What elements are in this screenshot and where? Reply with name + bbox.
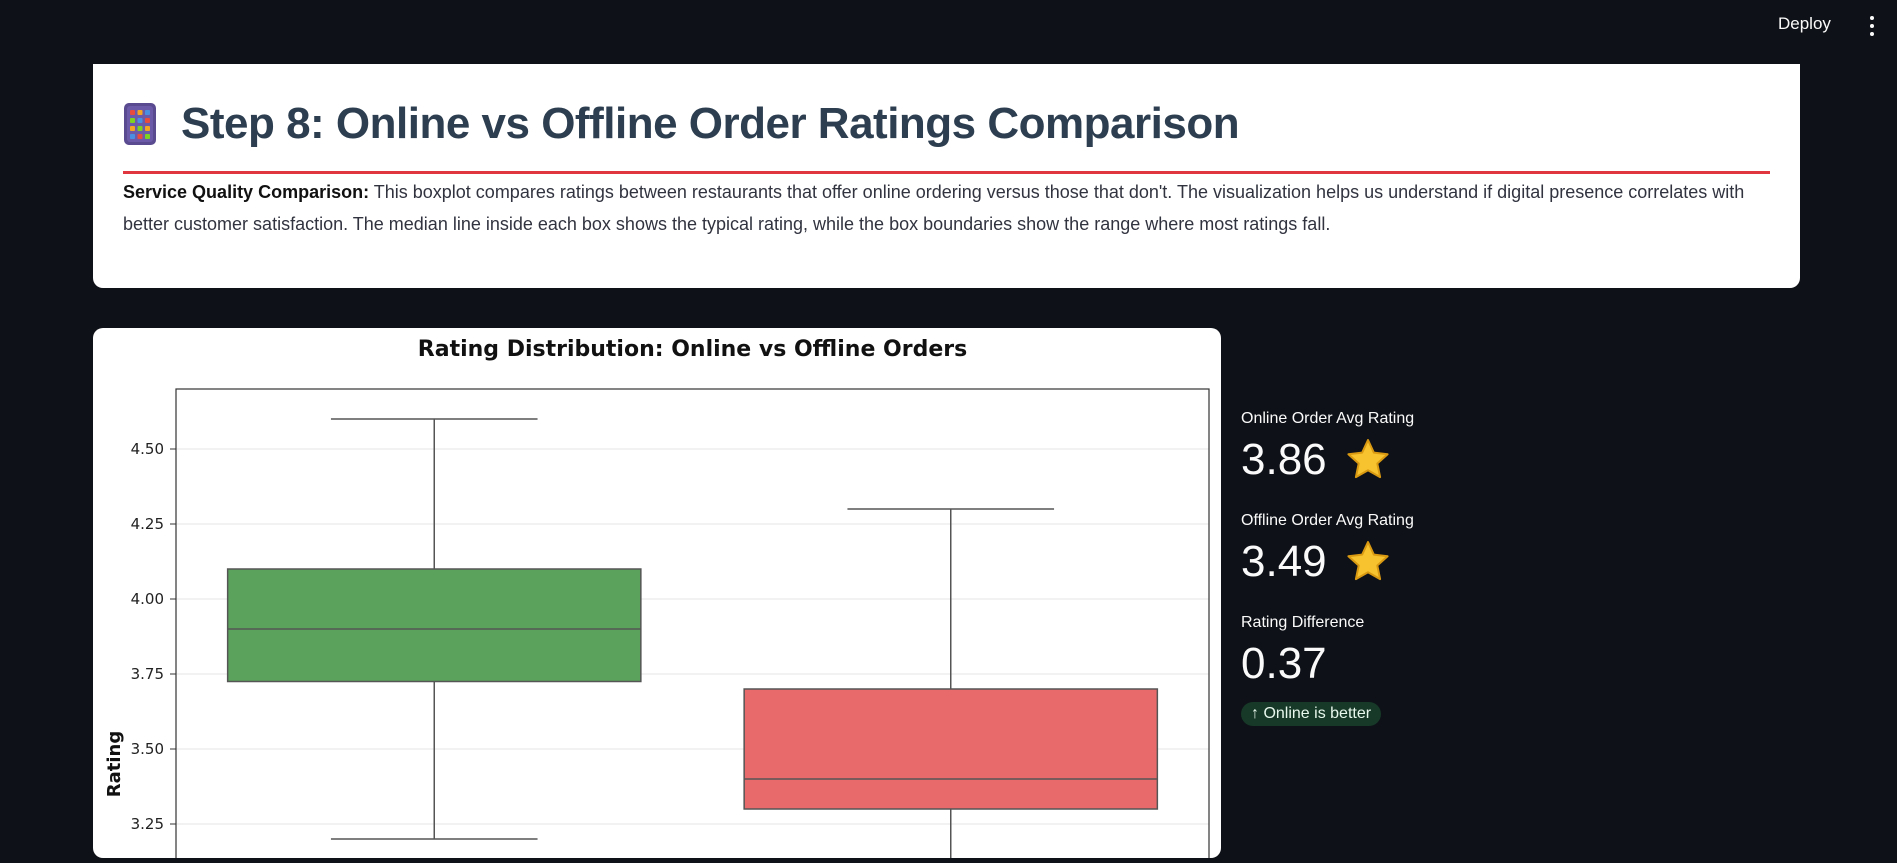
metric-offline-value-row: 3.49: [1241, 534, 1541, 590]
title-divider: [123, 171, 1770, 174]
y-tick-label: 3.25: [131, 815, 164, 833]
delta-badge: ↑ Online is better: [1241, 702, 1382, 726]
description-bold: Service Quality Comparison:: [123, 182, 370, 202]
description: Service Quality Comparison: This boxplot…: [123, 176, 1773, 240]
more-menu-icon[interactable]: [1864, 14, 1880, 38]
y-tick-label: 3.75: [131, 665, 164, 683]
star-icon: [1347, 439, 1389, 479]
metrics-panel: Online Order Avg Rating 3.86 Offline Ord…: [1241, 410, 1541, 726]
abacus-icon: [124, 103, 156, 145]
metric-online-value-row: 3.86: [1241, 432, 1541, 488]
y-tick-label: 3.50: [131, 740, 164, 758]
box: [226, 568, 642, 683]
metric-difference-value-row: 0.37: [1241, 636, 1541, 692]
y-tick-label: 4.00: [131, 590, 164, 608]
metric-offline-label: Offline Order Avg Rating: [1241, 512, 1414, 529]
deploy-button[interactable]: Deploy: [1778, 14, 1831, 34]
y-axis-label: Rating: [104, 731, 125, 797]
title-row: Step 8: Online vs Offline Order Ratings …: [123, 94, 1240, 154]
header-card: Step 8: Online vs Offline Order Ratings …: [93, 64, 1800, 288]
metric-online-value: 3.86: [1241, 435, 1327, 484]
y-tick-label: 4.50: [131, 440, 164, 458]
y-tick-label: 4.25: [131, 515, 164, 533]
chart-title: Rating Distribution: Online vs Offline O…: [418, 337, 967, 362]
metric-difference-value: 0.37: [1241, 639, 1327, 688]
metric-offline: Offline Order Avg Rating 3.49: [1241, 512, 1541, 590]
top-bar: Deploy: [0, 0, 1897, 58]
metric-difference: Rating Difference 0.37 ↑ Online is bette…: [1241, 614, 1541, 726]
metric-difference-label: Rating Difference: [1241, 614, 1365, 631]
boxplot-chart: Rating Distribution: Online vs Offline O…: [104, 337, 1210, 863]
metric-online: Online Order Avg Rating 3.86: [1241, 410, 1541, 488]
star-icon: [1347, 541, 1389, 581]
chart-card: Rating Distribution: Online vs Offline O…: [93, 328, 1221, 863]
box: [743, 688, 1159, 810]
metric-online-label: Online Order Avg Rating: [1241, 410, 1415, 427]
page-title: Step 8: Online vs Offline Order Ratings …: [181, 99, 1240, 148]
metric-offline-value: 3.49: [1241, 537, 1327, 586]
